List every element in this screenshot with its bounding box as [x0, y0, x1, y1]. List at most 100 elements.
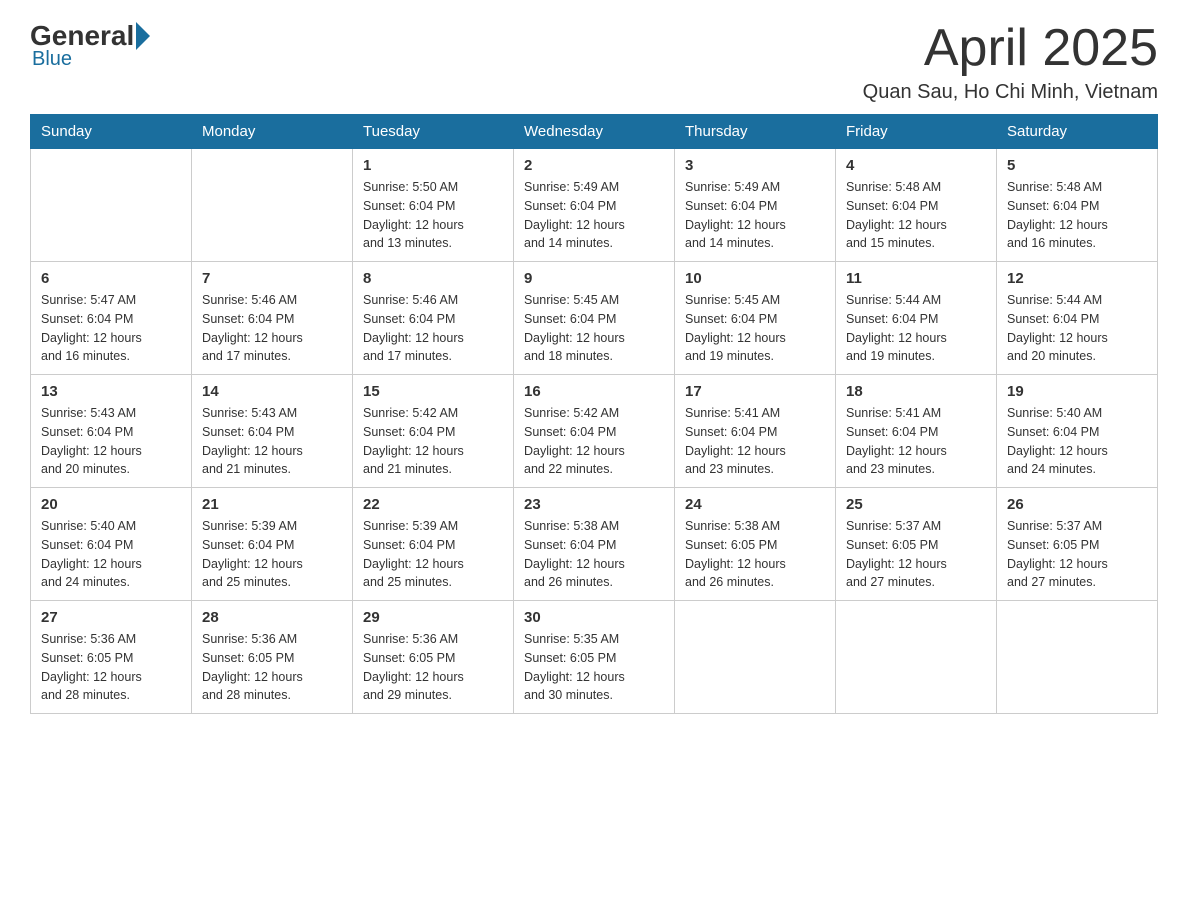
calendar-header-row: SundayMondayTuesdayWednesdayThursdayFrid… [31, 115, 1158, 149]
calendar-cell: 13Sunrise: 5:43 AM Sunset: 6:04 PM Dayli… [31, 375, 192, 488]
day-info: Sunrise: 5:39 AM Sunset: 6:04 PM Dayligh… [363, 517, 503, 592]
day-number: 28 [202, 609, 342, 626]
day-info: Sunrise: 5:44 AM Sunset: 6:04 PM Dayligh… [1007, 291, 1147, 366]
calendar-cell [836, 601, 997, 714]
calendar-cell: 27 Sunrise: 5:36 AM Sunset: 6:05 PM Dayli… [31, 601, 192, 714]
title-block: April 2025 Quan Sau, Ho Chi Minh, Vietna… [863, 20, 1158, 104]
weekday-header-friday: Friday [836, 115, 997, 149]
week-row-1: 1Sunrise: 5:50 AM Sunset: 6:04 PM Daylig… [31, 149, 1158, 262]
weekday-header-wednesday: Wednesday [514, 115, 675, 149]
day-info: Sunrise: 5:48 AM Sunset: 6:04 PM Dayligh… [1007, 178, 1147, 253]
day-info: Sunrise: 5:36 AM Sunset: 6:05 PM Dayligh… [202, 630, 342, 705]
day-info: Sunrise: 5:40 AM Sunset: 6:04 PM Dayligh… [41, 517, 181, 592]
calendar-cell: 14 Sunrise: 5:43 AM Sunset: 6:04 PM Dayli… [192, 375, 353, 488]
day-number: 13 [41, 383, 181, 400]
day-number: 7 [202, 270, 342, 287]
day-number: 8 [363, 270, 503, 287]
page-header: General Blue April 2025 Quan Sau, Ho Chi… [30, 20, 1158, 104]
day-number: 25 [846, 496, 986, 513]
day-info: Sunrise: 5:45 AM Sunset: 6:04 PM Dayligh… [524, 291, 664, 366]
day-number: 24 [685, 496, 825, 513]
day-info: Sunrise: 5:36 AM Sunset: 6:05 PM Dayligh… [41, 630, 181, 705]
calendar-cell: 9 Sunrise: 5:45 AM Sunset: 6:04 PM Daylig… [514, 262, 675, 375]
day-number: 30 [524, 609, 664, 626]
calendar-cell: 24 Sunrise: 5:38 AM Sunset: 6:05 PM Dayli… [675, 488, 836, 601]
calendar-cell: 8 Sunrise: 5:46 AM Sunset: 6:04 PM Daylig… [353, 262, 514, 375]
day-number: 6 [41, 270, 181, 287]
day-info: Sunrise: 5:49 AM Sunset: 6:04 PM Dayligh… [524, 178, 664, 253]
day-info: Sunrise: 5:36 AM Sunset: 6:05 PM Dayligh… [363, 630, 503, 705]
day-info: Sunrise: 5:42 AM Sunset: 6:04 PM Dayligh… [363, 404, 503, 479]
day-info: Sunrise: 5:44 AM Sunset: 6:04 PM Dayligh… [846, 291, 986, 366]
calendar-cell [675, 601, 836, 714]
day-info: Sunrise: 5:48 AM Sunset: 6:04 PM Dayligh… [846, 178, 986, 253]
day-info: Sunrise: 5:38 AM Sunset: 6:04 PM Dayligh… [524, 517, 664, 592]
day-number: 2 [524, 157, 664, 174]
day-info: Sunrise: 5:40 AM Sunset: 6:04 PM Dayligh… [1007, 404, 1147, 479]
calendar-cell: 16 Sunrise: 5:42 AM Sunset: 6:04 PM Dayli… [514, 375, 675, 488]
calendar-cell: 29 Sunrise: 5:36 AM Sunset: 6:05 PM Dayli… [353, 601, 514, 714]
week-row-4: 20 Sunrise: 5:40 AM Sunset: 6:04 PM Dayli… [31, 488, 1158, 601]
day-number: 22 [363, 496, 503, 513]
day-info: Sunrise: 5:37 AM Sunset: 6:05 PM Dayligh… [846, 517, 986, 592]
logo-blue: Blue [30, 48, 72, 71]
day-info: Sunrise: 5:43 AM Sunset: 6:04 PM Dayligh… [202, 404, 342, 479]
calendar-cell: 7Sunrise: 5:46 AM Sunset: 6:04 PM Daylig… [192, 262, 353, 375]
calendar-cell: 28 Sunrise: 5:36 AM Sunset: 6:05 PM Dayli… [192, 601, 353, 714]
calendar-cell: 3Sunrise: 5:49 AM Sunset: 6:04 PM Daylig… [675, 149, 836, 262]
calendar-table: SundayMondayTuesdayWednesdayThursdayFrid… [30, 114, 1158, 714]
calendar-cell: 23Sunrise: 5:38 AM Sunset: 6:04 PM Dayli… [514, 488, 675, 601]
calendar-title: April 2025 [863, 20, 1158, 77]
calendar-location: Quan Sau, Ho Chi Minh, Vietnam [863, 81, 1158, 104]
calendar-cell [997, 601, 1158, 714]
day-info: Sunrise: 5:41 AM Sunset: 6:04 PM Dayligh… [846, 404, 986, 479]
day-info: Sunrise: 5:42 AM Sunset: 6:04 PM Dayligh… [524, 404, 664, 479]
week-row-2: 6 Sunrise: 5:47 AM Sunset: 6:04 PM Daylig… [31, 262, 1158, 375]
day-number: 16 [524, 383, 664, 400]
day-number: 4 [846, 157, 986, 174]
weekday-header-monday: Monday [192, 115, 353, 149]
logo: General Blue [30, 20, 152, 71]
day-info: Sunrise: 5:38 AM Sunset: 6:05 PM Dayligh… [685, 517, 825, 592]
calendar-cell: 2 Sunrise: 5:49 AM Sunset: 6:04 PM Daylig… [514, 149, 675, 262]
day-number: 19 [1007, 383, 1147, 400]
week-row-3: 13 Sunrise: 5:43 AM Sunset: 6:04 PM Dayli… [31, 375, 1158, 488]
day-number: 10 [685, 270, 825, 287]
calendar-cell: 22 Sunrise: 5:39 AM Sunset: 6:04 PM Dayli… [353, 488, 514, 601]
day-info: Sunrise: 5:39 AM Sunset: 6:04 PM Dayligh… [202, 517, 342, 592]
day-info: Sunrise: 5:45 AM Sunset: 6:04 PM Dayligh… [685, 291, 825, 366]
calendar-cell: 11 Sunrise: 5:44 AM Sunset: 6:04 PM Dayli… [836, 262, 997, 375]
day-info: Sunrise: 5:41 AM Sunset: 6:04 PM Dayligh… [685, 404, 825, 479]
calendar-cell: 17Sunrise: 5:41 AM Sunset: 6:04 PM Dayli… [675, 375, 836, 488]
day-number: 3 [685, 157, 825, 174]
day-number: 14 [202, 383, 342, 400]
day-number: 15 [363, 383, 503, 400]
calendar-cell: 12 Sunrise: 5:44 AM Sunset: 6:04 PM Dayli… [997, 262, 1158, 375]
day-number: 1 [363, 157, 503, 174]
day-number: 29 [363, 609, 503, 626]
day-number: 5 [1007, 157, 1147, 174]
day-number: 27 [41, 609, 181, 626]
logo-arrow-icon [136, 22, 150, 50]
calendar-cell [192, 149, 353, 262]
calendar-cell: 26 Sunrise: 5:37 AM Sunset: 6:05 PM Dayli… [997, 488, 1158, 601]
calendar-cell: 6 Sunrise: 5:47 AM Sunset: 6:04 PM Daylig… [31, 262, 192, 375]
calendar-cell: 1Sunrise: 5:50 AM Sunset: 6:04 PM Daylig… [353, 149, 514, 262]
day-info: Sunrise: 5:37 AM Sunset: 6:05 PM Dayligh… [1007, 517, 1147, 592]
day-number: 26 [1007, 496, 1147, 513]
calendar-cell: 19 Sunrise: 5:40 AM Sunset: 6:04 PM Dayli… [997, 375, 1158, 488]
calendar-cell: 5 Sunrise: 5:48 AM Sunset: 6:04 PM Daylig… [997, 149, 1158, 262]
calendar-cell: 15 Sunrise: 5:42 AM Sunset: 6:04 PM Dayli… [353, 375, 514, 488]
calendar-cell: 21Sunrise: 5:39 AM Sunset: 6:04 PM Dayli… [192, 488, 353, 601]
day-number: 12 [1007, 270, 1147, 287]
weekday-header-tuesday: Tuesday [353, 115, 514, 149]
calendar-cell: 20 Sunrise: 5:40 AM Sunset: 6:04 PM Dayli… [31, 488, 192, 601]
day-info: Sunrise: 5:46 AM Sunset: 6:04 PM Dayligh… [363, 291, 503, 366]
day-number: 9 [524, 270, 664, 287]
day-number: 11 [846, 270, 986, 287]
calendar-cell: 18Sunrise: 5:41 AM Sunset: 6:04 PM Dayli… [836, 375, 997, 488]
day-number: 20 [41, 496, 181, 513]
week-row-5: 27 Sunrise: 5:36 AM Sunset: 6:05 PM Dayli… [31, 601, 1158, 714]
day-info: Sunrise: 5:47 AM Sunset: 6:04 PM Dayligh… [41, 291, 181, 366]
day-info: Sunrise: 5:35 AM Sunset: 6:05 PM Dayligh… [524, 630, 664, 705]
